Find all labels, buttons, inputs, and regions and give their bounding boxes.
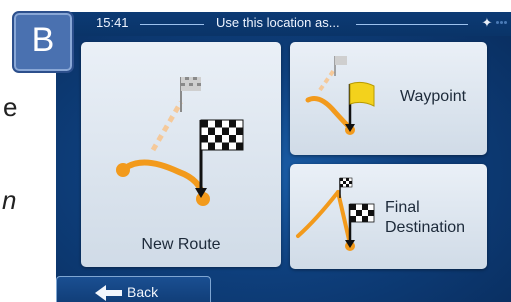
new-route-icon bbox=[116, 77, 244, 206]
step-badge-letter: B bbox=[31, 21, 55, 59]
waypoint-button[interactable]: Waypoint bbox=[290, 42, 487, 155]
satellite-icon: ✦ bbox=[481, 15, 493, 30]
new-route-label: New Route bbox=[141, 236, 221, 253]
back-button[interactable]: Back bbox=[56, 276, 211, 302]
final-destination-button[interactable]: Final Destination bbox=[290, 164, 487, 269]
signal-dots-icon bbox=[496, 21, 510, 25]
final-destination-label: Final Destination bbox=[385, 198, 465, 238]
final-destination-line1: Final bbox=[385, 199, 420, 216]
screen-title: Use this location as... bbox=[216, 15, 340, 30]
status-bar: 15:41 Use this location as... ✦ bbox=[56, 12, 511, 36]
title-divider bbox=[140, 24, 204, 25]
waypoint-label: Waypoint bbox=[400, 88, 467, 105]
slide-text-fragment: e bbox=[3, 92, 18, 122]
new-route-button[interactable]: New Route bbox=[81, 42, 281, 267]
arrow-left-icon bbox=[95, 285, 122, 301]
final-destination-line2: Destination bbox=[385, 219, 466, 236]
device-screen: 15:41 Use this location as... ✦ New Rout… bbox=[56, 12, 511, 302]
step-badge: B bbox=[12, 11, 74, 73]
title-divider bbox=[356, 24, 468, 25]
back-label: Back bbox=[127, 284, 159, 300]
clock: 15:41 bbox=[96, 15, 129, 30]
slide-text-fragment: n bbox=[2, 185, 17, 215]
